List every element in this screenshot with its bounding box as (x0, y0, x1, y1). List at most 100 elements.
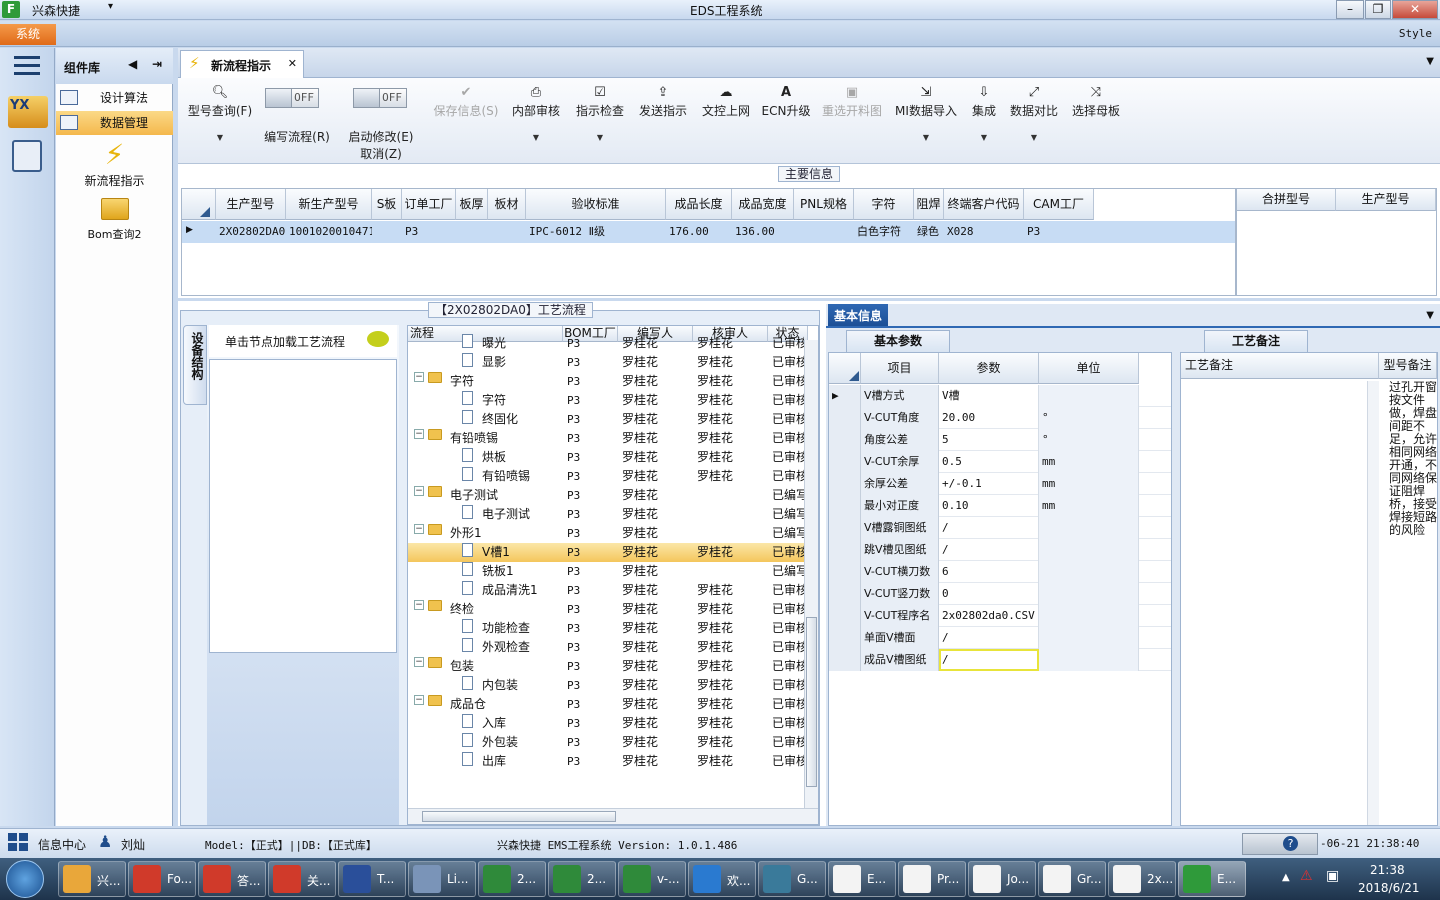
process-tree-row[interactable]: 内包装 P3 罗桂花 罗桂花 已审核 (408, 676, 818, 695)
internal-review-button[interactable]: ⎙ 内部审核 ▼ (510, 84, 562, 142)
collapse-icon[interactable]: − (414, 372, 424, 382)
collapse-icon[interactable]: − (414, 429, 424, 439)
taskbar-item[interactable]: Jo... (968, 861, 1036, 897)
param-value[interactable]: 0.5 (939, 451, 1039, 473)
process-tree-row[interactable]: − 成品仓 P3 罗桂花 罗桂花 已审核 (408, 695, 818, 714)
taskbar-item[interactable]: 2... (478, 861, 546, 897)
ecn-upgrade-button[interactable]: A ECN升级 (761, 84, 811, 119)
process-tree-row[interactable]: − 有铅喷锡 P3 罗桂花 罗桂花 已审核 (408, 429, 818, 448)
process-tree-row[interactable]: 曝光 P3 罗桂花 罗桂花 已审核 (408, 334, 818, 353)
param-value[interactable]: / (939, 539, 1039, 561)
param-row[interactable]: 单面V槽面 / (829, 627, 1171, 649)
tab-equipment-structure[interactable]: 设备结构 (183, 325, 207, 405)
row-selector[interactable] (829, 627, 861, 649)
tab-basic-info[interactable]: 基本信息 (828, 304, 889, 326)
taskbar-item[interactable]: v-... (618, 861, 686, 897)
dropdown-arrow-icon[interactable]: ▼ (1008, 133, 1060, 142)
row-selector[interactable] (829, 517, 861, 539)
tab-new-process[interactable]: ⚡ 新流程指示 ✕ (180, 50, 304, 78)
taskbar-item[interactable]: E... (1178, 861, 1246, 897)
param-row[interactable]: 跳V槽见图纸 / (829, 539, 1171, 561)
network-warning-icon[interactable]: ⚠ (1300, 868, 1320, 886)
process-tree-row[interactable]: 成品清洗1 P3 罗桂花 罗桂花 已审核 (408, 581, 818, 600)
process-tree-row[interactable]: 电子测试 P3 罗桂花 已编写 (408, 505, 818, 524)
main-info-column-header[interactable]: 阻焊 (914, 189, 944, 220)
vertical-scrollbar[interactable] (804, 340, 818, 808)
pin-right-icon[interactable]: ⇥ (152, 57, 162, 71)
system-menu-button[interactable]: 系统 (0, 24, 56, 45)
process-tree-row[interactable]: 出库 P3 罗桂花 罗桂花 已审核 (408, 752, 818, 771)
process-tree-row[interactable]: 入库 P3 罗桂花 罗桂花 已审核 (408, 714, 818, 733)
row-selector[interactable]: ▶ (829, 385, 861, 407)
collapse-icon[interactable]: − (414, 695, 424, 705)
sidebar-item-data-management[interactable]: 数据管理 (56, 111, 173, 135)
taskbar-item[interactable]: 2... (548, 861, 616, 897)
param-value[interactable]: 5 (939, 429, 1039, 451)
row-selector[interactable] (829, 605, 861, 627)
param-row[interactable]: ▶ V槽方式 V槽 (829, 385, 1171, 407)
main-info-column-header[interactable]: CAM工厂 (1024, 189, 1094, 220)
horizontal-splitter[interactable] (178, 298, 1440, 301)
mi-import-button[interactable]: ⇲ MI数据导入 ▼ (892, 84, 960, 142)
process-tree-row[interactable]: 外包装 P3 罗桂花 罗桂花 已审核 (408, 733, 818, 752)
param-column-header[interactable]: 参数 (939, 353, 1039, 384)
param-value[interactable]: V槽 (939, 385, 1039, 407)
process-tree-row[interactable]: − 包装 P3 罗桂花 罗桂花 已审核 (408, 657, 818, 676)
taskbar-item[interactable]: T... (338, 861, 406, 897)
param-row[interactable]: 角度公差 5 ° (829, 429, 1171, 451)
clock-date[interactable]: 2018/6/21 (1358, 881, 1420, 895)
param-column-header[interactable]: 单位 (1039, 353, 1139, 384)
horizontal-scrollbar[interactable] (408, 808, 818, 824)
collapse-icon[interactable]: − (414, 486, 424, 496)
process-tree-row[interactable]: 有铅喷锡 P3 罗桂花 罗桂花 已审核 (408, 467, 818, 486)
taskbar-item[interactable]: 欢... (688, 861, 756, 897)
main-info-column-header[interactable]: 终端客户代码 (944, 189, 1024, 220)
splitter-grip[interactable] (1174, 514, 1178, 614)
taskbar-item[interactable]: Fo... (128, 861, 196, 897)
tab-process-remarks[interactable]: 工艺备注 (1204, 330, 1308, 352)
process-tree-row[interactable]: 显影 P3 罗桂花 罗桂花 已审核 (408, 353, 818, 372)
collapse-left-icon[interactable]: ◀ (128, 57, 137, 71)
process-tree-row[interactable]: V槽1 P3 罗桂花 罗桂花 已审核 (408, 543, 818, 562)
yx-module-icon[interactable]: YX (8, 96, 48, 128)
param-row[interactable]: 最小对正度 0.10 mm (829, 495, 1171, 517)
tab-basic-params[interactable]: 基本参数 (846, 330, 950, 352)
row-selector[interactable] (829, 649, 861, 671)
model-query-button[interactable]: 🔍︎ 型号查询(F) ▼ (182, 84, 258, 142)
main-info-column-header[interactable]: 字符 (854, 189, 914, 220)
param-value[interactable]: / (939, 649, 1039, 671)
windows-grid-icon[interactable] (8, 833, 30, 853)
scrollbar-thumb[interactable] (422, 811, 616, 822)
row-selector[interactable] (829, 561, 861, 583)
tab-close-icon[interactable]: ✕ (288, 57, 297, 70)
param-row[interactable]: V槽露铜图纸 / (829, 517, 1171, 539)
process-tree-row[interactable]: − 电子测试 P3 罗桂花 已编写 (408, 486, 818, 505)
param-row[interactable]: V-CUT竖刀数 0 (829, 583, 1171, 605)
tile-new-process[interactable]: ⚡ 新流程指示 (56, 138, 173, 188)
tray-expand-icon[interactable]: ▲ (1282, 872, 1290, 883)
tile-bom-query[interactable]: Bom查询2 (56, 198, 173, 242)
row-selector[interactable] (829, 429, 861, 451)
param-value[interactable]: 0 (939, 583, 1039, 605)
collapse-icon[interactable]: − (414, 524, 424, 534)
panel-dropdown-icon[interactable]: ▼ (1426, 310, 1434, 321)
doc-online-button[interactable]: ☁ 文控上网 (698, 84, 754, 119)
taskbar-item[interactable]: Li... (408, 861, 476, 897)
main-info-column-header[interactable]: 验收标准 (526, 189, 666, 220)
param-row[interactable]: V-CUT余厚 0.5 mm (829, 451, 1171, 473)
data-compare-button[interactable]: ⤢ 数据对比 ▼ (1008, 84, 1060, 142)
main-info-column-header[interactable]: 生产型号 (216, 189, 286, 220)
dropdown-arrow-icon[interactable]: ▼ (574, 133, 626, 142)
process-tree-row[interactable]: − 终检 P3 罗桂花 罗桂花 已审核 (408, 600, 818, 619)
param-value[interactable]: +/-0.1 (939, 473, 1039, 495)
tray-device-icon[interactable]: ▣ (1326, 868, 1339, 884)
dropdown-arrow-icon[interactable]: ▼ (892, 133, 960, 142)
close-button[interactable]: ✕ (1392, 0, 1438, 19)
param-row[interactable]: 余厚公差 +/-0.1 mm (829, 473, 1171, 495)
taskbar-item[interactable]: E... (828, 861, 896, 897)
process-tree-row[interactable]: 烘板 P3 罗桂花 罗桂花 已审核 (408, 448, 818, 467)
calculator-icon[interactable] (12, 140, 42, 172)
process-tree-row[interactable]: − 字符 P3 罗桂花 罗桂花 已审核 (408, 372, 818, 391)
maximize-button[interactable]: ❐ (1365, 0, 1391, 19)
row-selector[interactable] (829, 473, 861, 495)
